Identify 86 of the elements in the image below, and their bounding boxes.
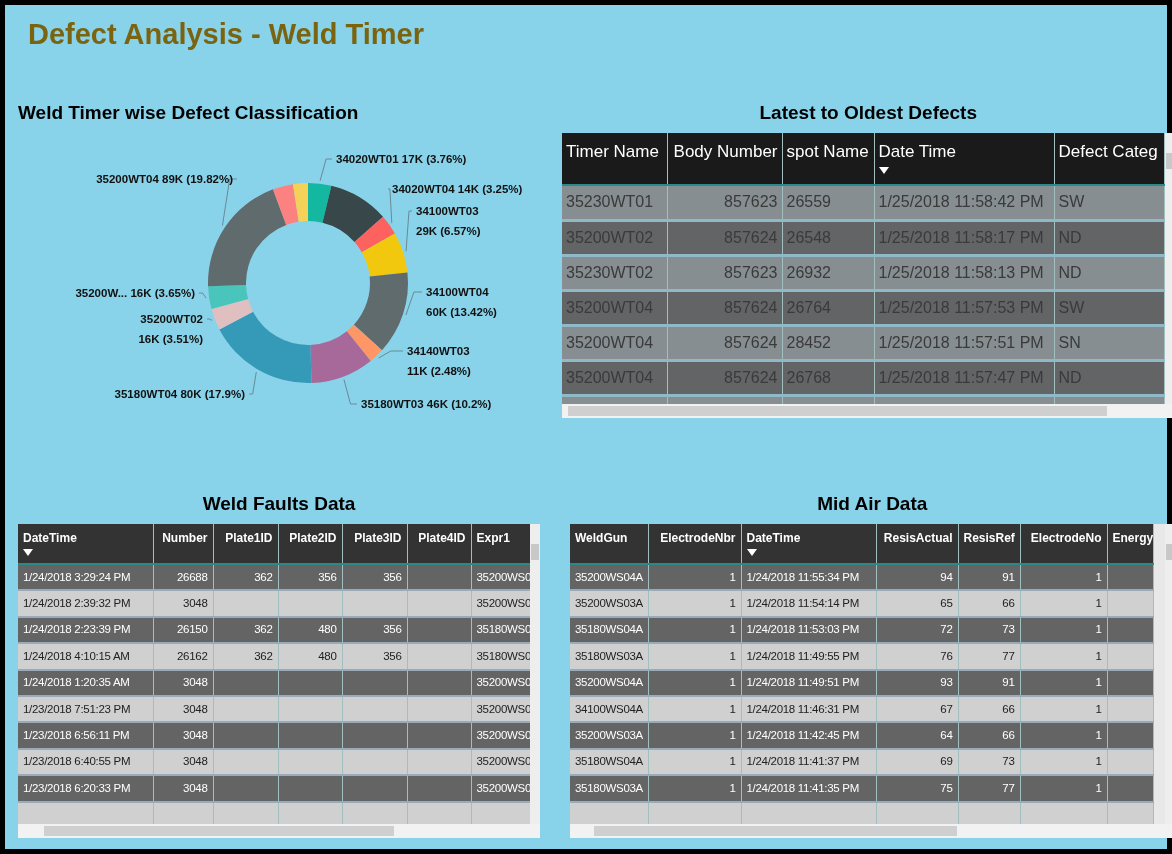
table-cell: 35200WS04A: [570, 669, 648, 696]
table-cell: 1: [648, 775, 741, 802]
column-header[interactable]: Plate3ID: [342, 524, 407, 564]
category-label: 35180WT04: [114, 388, 178, 400]
table-cell: 3048: [153, 669, 213, 696]
value-label: 29K (6.57%): [416, 225, 481, 237]
column-header[interactable]: DateTime: [741, 524, 876, 564]
table-cell: 1: [648, 669, 741, 696]
table-cell: 66: [958, 590, 1020, 617]
column-header[interactable]: Body Number: [667, 133, 782, 185]
column-header[interactable]: Plate1ID: [213, 524, 278, 564]
table-cell: 35180WS03A: [570, 775, 648, 802]
table-cell: 1: [648, 590, 741, 617]
column-header[interactable]: WeldGun: [570, 524, 648, 564]
section-title: Weld Timer wise Defect Classification: [18, 100, 359, 125]
table-cell: 1: [1020, 590, 1107, 617]
section-title: Mid Air Data: [817, 491, 928, 516]
table-cell: 26162: [153, 643, 213, 670]
table-cell: 1/24/2018 2:39:32 PM: [18, 590, 153, 617]
column-header[interactable]: Date Time: [874, 133, 1054, 185]
table-cell: 64: [876, 722, 958, 749]
table-cell: 1/24/2018 11:42:45 PM: [741, 722, 876, 749]
value-label: 11K (2.48%): [407, 365, 471, 377]
table-cell: 35180WS03A: [570, 643, 648, 670]
table-cell: 3048: [153, 775, 213, 802]
column-header[interactable]: Plate2ID: [278, 524, 342, 564]
column-header[interactable]: DateTime: [18, 524, 153, 564]
column-header[interactable]: ElectrodeNo: [1020, 524, 1107, 564]
table-cell: 1: [1020, 775, 1107, 802]
category-label: 34140WT03: [407, 345, 470, 357]
column-header[interactable]: spot Name: [782, 133, 874, 185]
table-cell: 35200WS03A: [570, 590, 648, 617]
category-label: 34100WT04: [426, 286, 489, 298]
table-cell: 1/24/2018 11:49:55 PM: [741, 643, 876, 670]
value-label: 14K (3.25%): [457, 183, 523, 195]
value-label: 17K (3.76%): [401, 153, 467, 165]
table-cell: 1: [648, 643, 741, 670]
table-cell: 1: [1020, 643, 1107, 670]
table-cell: 1/24/2018 11:41:35 PM: [741, 775, 876, 802]
section-title: Latest to Oldest Defects: [759, 100, 977, 125]
value-label: 89K (19.82%): [162, 173, 233, 185]
column-header[interactable]: ResisActual: [876, 524, 958, 564]
table-cell: 93: [876, 669, 958, 696]
table-cell: 1/24/2018 4:10:15 AM: [18, 643, 153, 670]
category-label: 35200W...: [75, 287, 128, 299]
table-cell: 1/24/2018 1:20:35 AM: [18, 669, 153, 696]
column-header[interactable]: Plate4ID: [407, 524, 471, 564]
table-cell: 35200WS03A: [570, 722, 648, 749]
table-cell: 1/23/2018 6:20:33 PM: [18, 775, 153, 802]
table-cell: 1: [648, 722, 741, 749]
column-header[interactable]: Defect Categ: [1054, 133, 1164, 185]
table-cell: 75: [876, 775, 958, 802]
table-cell: 65: [876, 590, 958, 617]
value-label: 16K (3.65%): [130, 287, 195, 299]
table-cell: 1: [1020, 669, 1107, 696]
column-header[interactable]: Expr1: [471, 524, 530, 564]
dashboard-title: Defect Analysis - Weld Timer: [27, 17, 425, 52]
category-label: 34020WT01: [336, 153, 399, 165]
table-cell: 1/23/2018 6:56:11 PM: [18, 722, 153, 749]
value-label: 80K (17.9%): [180, 388, 245, 400]
column-header[interactable]: Timer Name: [562, 133, 667, 185]
table-cell: 77: [958, 643, 1020, 670]
table-cell: 362: [213, 643, 278, 670]
category-label: 35200WT04: [96, 173, 159, 185]
table-cell: 1/24/2018 11:49:51 PM: [741, 669, 876, 696]
column-header[interactable]: ElectrodeNbr: [648, 524, 741, 564]
category-label: 35200WT02: [140, 313, 203, 325]
table-cell: 91: [958, 669, 1020, 696]
value-label: 60K (13.42%): [426, 306, 497, 318]
value-label: 16K (3.51%): [138, 333, 203, 345]
column-header[interactable]: ResisRef: [958, 524, 1020, 564]
table-cell: 480: [278, 643, 342, 670]
table-cell: 1/24/2018 11:54:14 PM: [741, 590, 876, 617]
table-cell: 356: [342, 643, 407, 670]
category-label: 34020WT04: [392, 183, 455, 195]
category-label: 35180WT03: [361, 398, 424, 410]
table-cell: 3048: [153, 722, 213, 749]
column-header[interactable]: Number: [153, 524, 213, 564]
table-cell: 66: [958, 722, 1020, 749]
table-cell: 3048: [153, 590, 213, 617]
table-cell: 77: [958, 775, 1020, 802]
table-cell: 1: [1020, 722, 1107, 749]
category-label: 34100WT03: [416, 205, 479, 217]
section-title: Weld Faults Data: [202, 491, 356, 516]
value-label: 46K (10.2%): [426, 398, 492, 410]
table-cell: 76: [876, 643, 958, 670]
